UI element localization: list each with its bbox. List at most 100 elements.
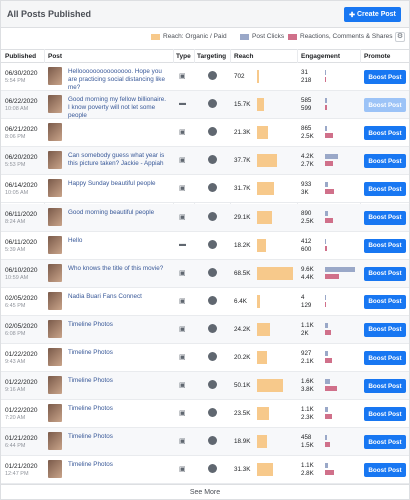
post-link[interactable]: Hello (68, 237, 168, 245)
boost-post-button[interactable]: Boost Post (364, 70, 406, 84)
col-targeting[interactable]: Targeting (197, 53, 226, 60)
reach-bar (257, 266, 293, 280)
photo-icon: ▣ (179, 213, 186, 221)
reach-bar (257, 154, 277, 168)
post-thumbnail[interactable] (48, 291, 62, 310)
post-clicks-value: 4 (301, 293, 305, 301)
reach-value: 702 (234, 73, 245, 80)
post-link[interactable]: Nadia Buari Fans Connect (68, 293, 168, 301)
col-post[interactable]: Post (48, 53, 62, 60)
table-row[interactable]: 06/11/2020 8:24 AM Good morning beautiful … (1, 203, 409, 232)
post-link[interactable]: Timeline Photos (68, 433, 168, 441)
boost-post-button[interactable]: Boost Post (364, 407, 406, 422)
post-link[interactable]: Good morning beautiful people (68, 209, 168, 217)
published-date: 06/14/2020 (5, 182, 38, 190)
table-row[interactable]: 01/21/2020 12:47 PM Timeline Photos ▣ 31.3K 1… (1, 456, 409, 485)
post-link[interactable]: Timeline Photos (68, 461, 168, 469)
post-thumbnail[interactable] (48, 151, 62, 170)
post-thumbnail[interactable] (48, 376, 62, 395)
post-link[interactable]: Hellooooooooooooooo. Hope you are practi… (68, 68, 168, 92)
boost-post-button[interactable]: Boost Post (364, 379, 406, 394)
post-thumbnail[interactable] (48, 460, 62, 479)
reach-swatch (151, 33, 160, 40)
see-more-link[interactable]: See More (190, 489, 220, 496)
table-row[interactable]: 02/05/2020 6:08 PM Timeline Photos ▣ 24.2K 1.… (1, 315, 409, 344)
table-row[interactable]: 02/05/2020 6:45 PM Nadia Buari Fans Connec… (1, 287, 409, 316)
col-type[interactable]: Type (176, 53, 191, 60)
post-thumbnail[interactable] (48, 95, 62, 114)
post-clicks-bar (325, 379, 330, 385)
post-link[interactable]: Good morning my fellow billionaire. I kn… (68, 96, 168, 120)
post-clicks-value: 31 (301, 69, 308, 76)
table-row[interactable]: 06/11/2020 5:39 AM Hello ▬ 18.2K 412 600 Boost … (1, 231, 409, 260)
reactions-value: 2.7K (301, 161, 314, 169)
table-row[interactable]: 06/10/2020 10:59 AM Who knows the title of… (1, 259, 409, 288)
table-row[interactable]: 06/21/2020 8:06 PM ▣ 21.3K 865 2.5K Boost Post (1, 119, 409, 148)
post-link[interactable]: Timeline Photos (68, 349, 168, 357)
table-row[interactable]: 01/22/2020 9:43 AM Timeline Photos ▣ 20.2K 92… (1, 344, 409, 372)
post-link[interactable]: Who knows the title of this movie? (68, 265, 168, 273)
post-thumbnail[interactable] (48, 348, 62, 366)
reactions-value: 599 (301, 105, 312, 113)
reach-value: 18.9K (234, 438, 251, 446)
published-date: 02/05/2020 (5, 294, 38, 302)
boost-post-button[interactable]: Boost Post (364, 210, 406, 225)
globe-icon (208, 380, 217, 390)
post-link[interactable]: Can somebody guess what year is this pic… (68, 152, 168, 168)
col-reach[interactable]: Reach (234, 53, 254, 60)
post-link[interactable]: Timeline Photos (68, 377, 168, 385)
col-published[interactable]: Published (5, 53, 36, 60)
post-clicks-bar (325, 435, 327, 441)
table-row[interactable]: 01/22/2020 7:20 AM Timeline Photos ▣ 23.5K 1.… (1, 400, 409, 429)
reach-bar (257, 126, 268, 140)
col-promote[interactable]: Promote (364, 53, 390, 60)
post-thumbnail[interactable] (48, 319, 62, 338)
post-thumbnail[interactable] (48, 123, 62, 142)
boost-post-button[interactable]: Boost Post (364, 154, 406, 169)
post-link[interactable]: Timeline Photos (68, 405, 168, 413)
boost-post-button[interactable]: Boost Post (364, 435, 406, 450)
table-row[interactable]: 06/30/2020 5:54 PM Hellooooooooooooooo. Ho… (1, 63, 409, 91)
table-row[interactable]: 06/22/2020 10:08 AM Good morning my fellow… (1, 91, 409, 120)
globe-icon (208, 267, 217, 277)
col-engagement[interactable]: Engagement (301, 53, 340, 60)
boost-post-button[interactable]: Boost Post (364, 463, 406, 478)
post-thumbnail[interactable] (48, 67, 62, 85)
post-clicks-bar (325, 126, 328, 132)
post-thumbnail[interactable] (48, 207, 62, 226)
post-thumbnail[interactable] (48, 235, 62, 254)
boost-post-button[interactable]: Boost Post (364, 351, 406, 365)
post-clicks-value: 865 (301, 125, 312, 133)
boost-post-button[interactable]: Boost Post (364, 322, 406, 337)
post-clicks-bar (325, 407, 329, 413)
legend-reach: Reach: Organic / Paid (151, 33, 227, 40)
boost-post-button[interactable]: Boost Post (364, 266, 406, 281)
reactions-bar (325, 217, 333, 223)
table-row[interactable]: 06/20/2020 5:53 PM Can somebody guess what… (1, 147, 409, 176)
see-more-footer: See More (1, 484, 409, 500)
post-thumbnail[interactable] (48, 179, 62, 198)
published-time: 5:53 PM (5, 162, 26, 169)
published-time: 5:54 PM (5, 78, 26, 84)
boost-post-button[interactable]: Boost Post (364, 294, 406, 309)
plus-icon: ✚ (349, 11, 355, 19)
boost-post-button[interactable]: Boost Post (364, 98, 406, 113)
table-row[interactable]: 06/14/2020 10:05 AM Happy Sunday beautiful… (1, 175, 409, 204)
post-thumbnail[interactable] (48, 404, 62, 423)
reactions-value: 3K (301, 189, 309, 197)
post-thumbnail[interactable] (48, 263, 62, 282)
published-time: 6:44 PM (5, 443, 26, 450)
reactions-bar (325, 442, 330, 448)
boost-post-button[interactable]: Boost Post (364, 126, 406, 141)
post-link[interactable]: Happy Sunday beautiful people (68, 180, 168, 188)
post-clicks-value: 1.1K (301, 321, 314, 329)
photo-icon: ▣ (179, 157, 186, 165)
post-thumbnail[interactable] (48, 432, 62, 451)
post-link[interactable]: Timeline Photos (68, 321, 168, 329)
create-post-button[interactable]: ✚ Create Post (344, 7, 401, 22)
boost-post-button[interactable]: Boost Post (364, 238, 406, 253)
gear-icon[interactable]: ⚙ (395, 32, 405, 42)
table-row[interactable]: 01/22/2020 9:16 AM Timeline Photos ▣ 50.1K 1.… (1, 372, 409, 401)
boost-post-button[interactable]: Boost Post (364, 182, 406, 197)
table-row[interactable]: 01/21/2020 6:44 PM Timeline Photos ▣ 18.9K 45… (1, 428, 409, 457)
